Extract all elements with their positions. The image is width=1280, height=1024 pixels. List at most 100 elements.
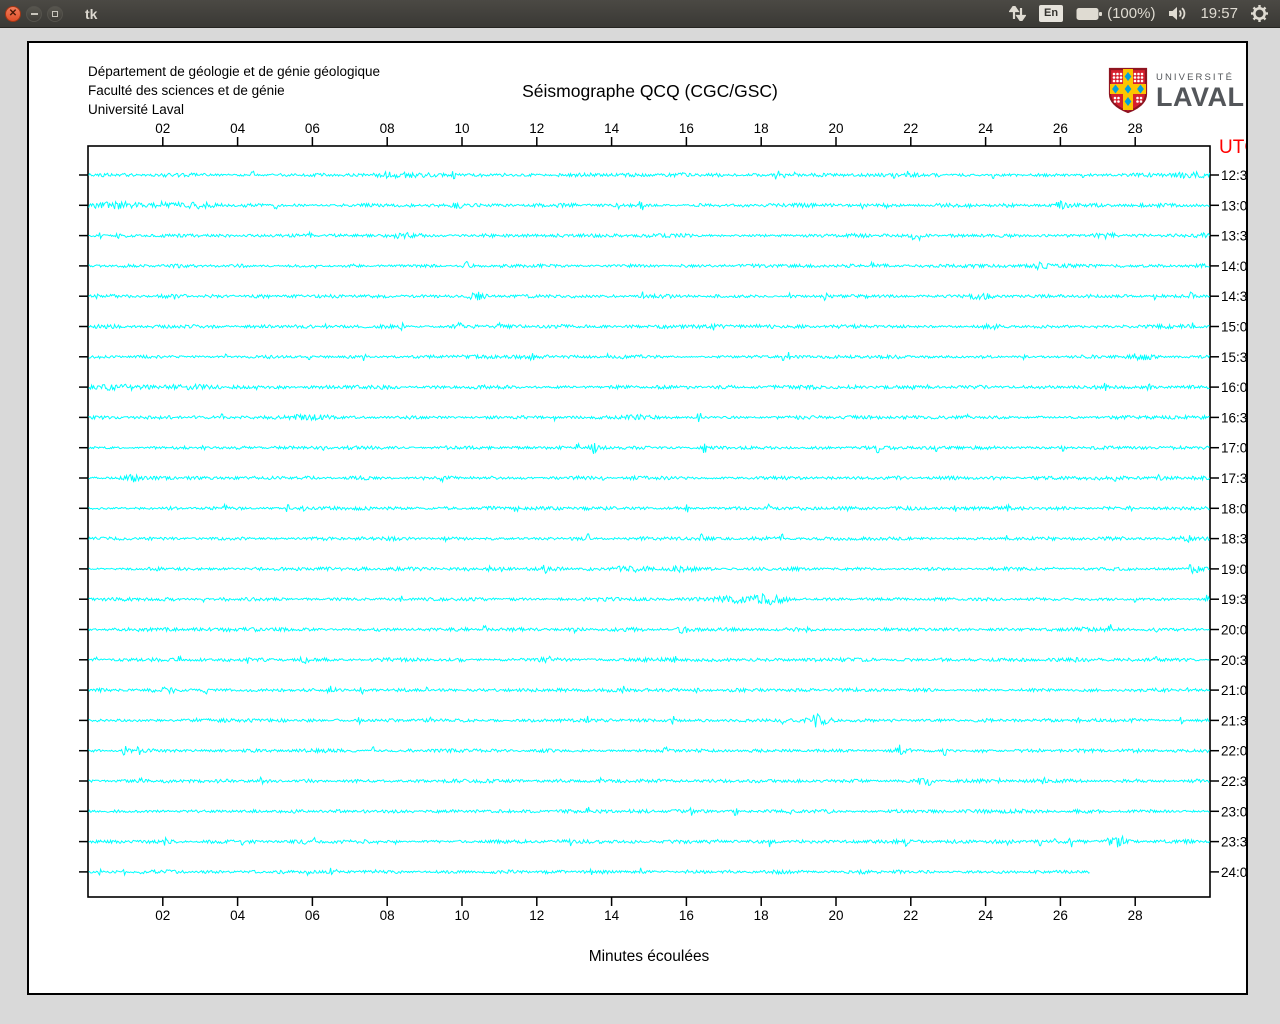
keyboard-layout-indicator[interactable]: En: [1039, 5, 1064, 22]
seismo-trace: [88, 352, 1211, 362]
panel-indicators: En (100%) 19:57: [1009, 5, 1280, 22]
seismogram-plot: 02 02 04 04 06 06 08 08 10 10 12 12 14 14 16 16 18 18 20 20…: [79, 121, 1246, 965]
seismo-trace: [88, 291, 1210, 302]
utc-time-label: 16:30: [1221, 410, 1246, 425]
x-tick-label-bottom: 22: [903, 908, 918, 923]
x-tick-label-bottom: 20: [828, 908, 843, 923]
utc-time-label: 14:00: [1221, 259, 1246, 274]
utc-time-label: 22:30: [1221, 774, 1246, 789]
utc-time-label: 19:00: [1221, 562, 1246, 577]
x-tick-label-bottom: 18: [754, 908, 769, 923]
x-tick-label-bottom: 12: [529, 908, 544, 923]
x-tick-label-bottom: 14: [604, 908, 620, 923]
seismo-trace: [88, 533, 1210, 544]
x-tick-label-bottom: 16: [679, 908, 694, 923]
close-button[interactable]: ✕: [5, 5, 21, 22]
seismo-trace: [88, 712, 1210, 728]
x-tick-label-top: 18: [754, 121, 769, 136]
utc-time-label: 21:30: [1221, 713, 1246, 728]
x-tick-label-bottom: 26: [1053, 908, 1068, 923]
utc-time-label: 18:00: [1221, 501, 1246, 516]
seismo-trace: [88, 654, 1210, 665]
utc-time-label: 20:00: [1221, 623, 1246, 638]
seismo-trace: [88, 624, 1210, 635]
battery-icon: [1076, 7, 1103, 20]
seismo-trace: [88, 564, 1210, 575]
x-tick-label-top: 26: [1053, 121, 1068, 136]
minimize-icon: [30, 12, 38, 15]
minimize-button[interactable]: [26, 5, 42, 22]
utc-time-label: 14:30: [1221, 289, 1246, 304]
seismo-trace: [88, 834, 1211, 848]
x-tick-label-top: 08: [380, 121, 395, 136]
seismograph-canvas: Département de géologie et de génie géol…: [27, 41, 1248, 995]
x-tick-label-top: 20: [828, 121, 843, 136]
utc-time-label: 23:30: [1221, 835, 1246, 850]
tk-window: Département de géologie et de génie géol…: [0, 28, 1280, 1024]
utc-time-label: 20:30: [1221, 653, 1246, 668]
battery-percent: (100%): [1107, 5, 1156, 22]
seismo-trace: [88, 199, 1210, 211]
seismo-trace: [88, 806, 1210, 816]
utc-time-label: 13:30: [1221, 229, 1246, 244]
x-tick-label-bottom: 02: [155, 908, 170, 923]
x-tick-label-top: 14: [604, 121, 620, 136]
battery-indicator[interactable]: (100%): [1076, 5, 1155, 22]
utc-time-label: 15:30: [1221, 350, 1246, 365]
utc-time-label: 13:00: [1221, 198, 1246, 213]
x-tick-label-bottom: 06: [305, 908, 320, 923]
seismo-trace: [88, 321, 1210, 332]
session-gear-icon[interactable]: [1251, 5, 1268, 22]
seismo-trace: [88, 412, 1210, 423]
x-tick-label-bottom: 24: [978, 908, 994, 923]
utc-time-label: 22:00: [1221, 744, 1246, 759]
utc-time-label: 24:00: [1221, 865, 1246, 880]
top-panel: ✕ tk En (100%) 19:57: [0, 0, 1280, 28]
utc-time-label: 18:30: [1221, 532, 1246, 547]
utc-axis-label: UTC: [1219, 137, 1246, 158]
window-controls: ✕: [0, 5, 63, 22]
x-tick-label-top: 22: [903, 121, 918, 136]
utc-time-label: 23:00: [1221, 804, 1246, 819]
x-tick-label-bottom: 08: [380, 908, 395, 923]
seismo-trace: [88, 442, 1210, 454]
x-tick-label-top: 16: [679, 121, 694, 136]
x-tick-label-top: 24: [978, 121, 994, 136]
window-title: tk: [85, 5, 98, 22]
volume-indicator[interactable]: [1168, 6, 1187, 21]
utc-time-label: 19:30: [1221, 592, 1246, 607]
utc-time-label: 15:00: [1221, 320, 1246, 335]
seismo-trace: [88, 685, 1210, 696]
maximize-icon: [52, 10, 58, 17]
plot-border: [87, 145, 1211, 898]
seismo-trace: [88, 230, 1211, 243]
utc-time-label: 12:30: [1221, 168, 1246, 183]
x-tick-label-top: 12: [529, 121, 544, 136]
seismo-trace: [88, 473, 1211, 484]
maximize-button[interactable]: [47, 5, 63, 22]
seismo-trace: [88, 775, 1210, 786]
x-tick-label-bottom: 04: [230, 908, 246, 923]
x-tick-label-top: 06: [305, 121, 320, 136]
clock[interactable]: 19:57: [1200, 5, 1238, 22]
utc-time-label: 17:00: [1221, 441, 1246, 456]
utc-time-label: 16:00: [1221, 380, 1246, 395]
seismo-trace: [88, 382, 1210, 393]
x-tick-label-top: 02: [155, 121, 170, 136]
x-tick-label-bottom: 10: [454, 908, 469, 923]
x-tick-label-top: 04: [230, 121, 246, 136]
x-axis-title: Minutes écoulées: [589, 948, 710, 965]
seismo-trace: [88, 260, 1210, 272]
x-tick-label-bottom: 28: [1128, 908, 1143, 923]
seismo-trace: [88, 502, 1210, 513]
x-tick-label-top: 28: [1128, 121, 1143, 136]
utc-time-label: 21:00: [1221, 683, 1246, 698]
keyboard-arrows-icon[interactable]: [1009, 6, 1027, 21]
seismo-trace: [88, 744, 1210, 756]
seismo-trace: [88, 170, 1211, 180]
x-tick-label-top: 10: [454, 121, 469, 136]
seismo-trace: [88, 867, 1090, 877]
seismo-trace: [88, 592, 1211, 606]
speaker-icon: [1169, 7, 1186, 20]
utc-time-label: 17:30: [1221, 471, 1246, 486]
